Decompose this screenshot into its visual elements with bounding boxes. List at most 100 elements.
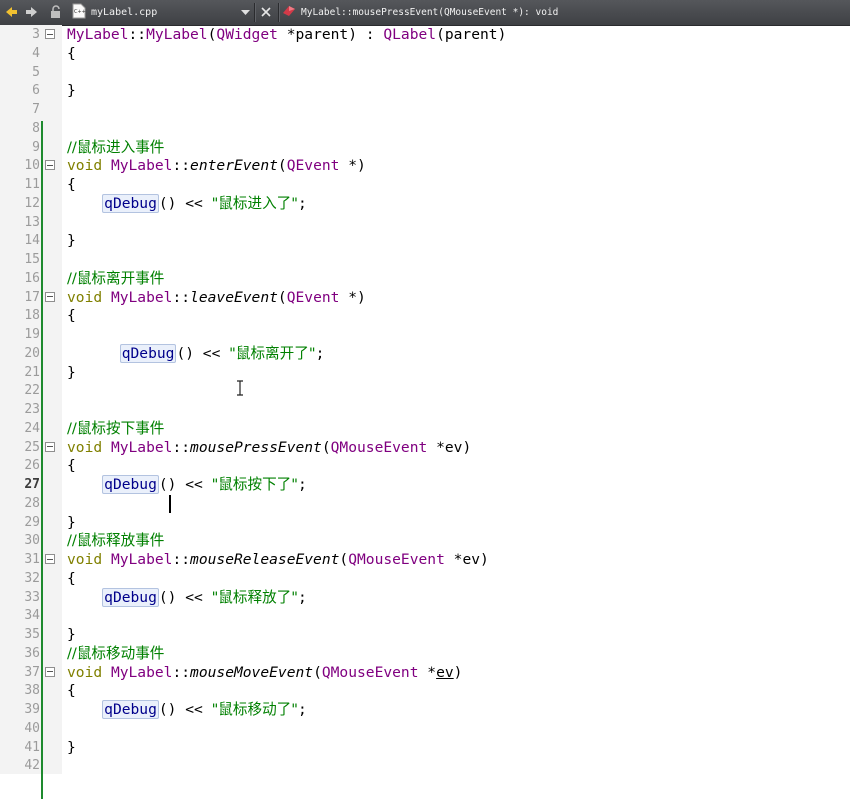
code-line: } [67, 513, 76, 531]
class-name: MyLabel [110, 288, 173, 306]
code-editor[interactable]: MyLabel::MyLabel(QWidget *parent) : QLab… [62, 25, 850, 774]
lock-icon[interactable] [48, 4, 64, 20]
paren: ) [453, 663, 463, 681]
parameter-type: QEvent [286, 157, 340, 175]
line-number: 26 [24, 458, 40, 474]
code-line: { [67, 307, 76, 325]
toolbar-divider [254, 3, 255, 22]
function-name: mousePressEvent [190, 438, 322, 456]
paren: ( [277, 288, 287, 306]
qdebug-call: qDebug [119, 343, 177, 363]
function-name: leaveEvent [190, 288, 278, 306]
parameter-type: QMouseEvent [330, 438, 428, 456]
function-signature: MyLabel::mousePressEvent(QMouseEvent *):… [301, 7, 559, 18]
code-line: { [67, 569, 76, 587]
scope-operator: :: [172, 663, 191, 681]
string-literal: "鼠标释放了" [211, 588, 298, 606]
line-number: 21 [24, 364, 40, 380]
code-text: () << [176, 344, 230, 362]
file-selector[interactable]: C++ myLabel.cpp [72, 3, 250, 22]
file-name: myLabel.cpp [91, 7, 158, 18]
line-number: 18 [24, 308, 40, 324]
code-line: //鼠标离开事件 [67, 269, 164, 288]
back-icon[interactable] [3, 4, 19, 20]
close-icon[interactable] [258, 4, 274, 20]
scope-operator: :: [172, 551, 191, 568]
paren: ( [313, 663, 322, 681]
code-text: () << [158, 588, 212, 606]
qdebug-call: qDebug [102, 700, 159, 719]
code-line: void MyLabel::mousePressEvent(QMouseEven… [67, 438, 471, 457]
parameter-name: ev [436, 663, 454, 681]
keyword: void [67, 663, 103, 681]
line-number: 6 [32, 83, 40, 99]
dropdown-arrow-icon[interactable] [241, 6, 250, 19]
code-line: //鼠标进入事件 [67, 138, 164, 157]
code-line: { [67, 44, 76, 62]
keyword: void [67, 551, 103, 568]
code-line: //鼠标移动事件 [67, 644, 164, 663]
code-line: void MyLabel::enterEvent(QEvent *) [67, 156, 366, 175]
code-line: void MyLabel::mouseMoveEvent(QMouseEvent… [67, 663, 462, 682]
code-line: } [67, 82, 76, 100]
keyword: void [67, 288, 103, 306]
code-comment: //鼠标按下事件 [67, 419, 165, 437]
code-line: } [67, 232, 76, 250]
line-number: 38 [24, 683, 40, 699]
code-comment: //鼠标释放事件 [67, 532, 165, 550]
line-number: 3 [32, 27, 40, 42]
class-name: MyLabel [110, 663, 173, 681]
line-number: 23 [24, 402, 40, 417]
qdebug-call: qDebug [102, 193, 159, 213]
fold-toggle-icon[interactable] [45, 160, 55, 171]
code-line: void MyLabel::leaveEvent(QEvent *) [67, 288, 366, 307]
parameter-type: QMouseEvent [348, 551, 445, 568]
code-line: qDebug() << "鼠标进入了"; [67, 193, 307, 213]
code-text: *) [339, 288, 366, 306]
line-number: 8 [32, 120, 40, 136]
code-line: //鼠标释放事件 [67, 531, 164, 550]
line-number: 27 [24, 477, 40, 492]
class-name: MyLabel [110, 157, 173, 175]
line-number: 41 [24, 739, 40, 755]
fold-toggle-icon[interactable] [45, 666, 55, 677]
string-literal: "鼠标移动了" [211, 701, 298, 718]
code-line: { [67, 682, 76, 700]
code-comment: //鼠标移动事件 [67, 644, 165, 662]
line-number: 35 [24, 627, 40, 642]
code-text: (parent) [436, 26, 507, 43]
line-number: 30 [24, 533, 40, 549]
function-name: enterEvent [190, 157, 278, 175]
line-number: 7 [32, 102, 40, 117]
line-number: 40 [24, 720, 40, 736]
code-text: *ev) [444, 551, 489, 568]
keyword: void [67, 157, 103, 175]
fold-toggle-icon[interactable] [45, 554, 55, 564]
semicolon: ; [298, 194, 307, 212]
scope-operator: :: [172, 438, 191, 456]
forward-icon[interactable] [24, 4, 40, 20]
line-number: 39 [24, 702, 40, 717]
function-selector[interactable]: MyLabel::mousePressEvent(QMouseEvent *):… [282, 3, 846, 22]
code-line: } [67, 738, 76, 756]
line-number: 13 [24, 214, 40, 230]
line-number: 42 [24, 758, 40, 774]
change-marker-bar [41, 121, 43, 799]
semicolon: ; [315, 344, 325, 362]
fold-toggle-icon[interactable] [45, 291, 55, 302]
qdebug-call: qDebug [102, 475, 159, 494]
code-line: } [67, 363, 76, 381]
class-name: MyLabel [110, 551, 173, 568]
code-line: qDebug() << "鼠标移动了"; [67, 700, 307, 719]
line-number: 25 [24, 439, 40, 455]
type-name: QWidget [216, 26, 278, 43]
line-number: 15 [24, 252, 40, 267]
scope-operator: :: [172, 157, 191, 175]
fold-toggle-icon[interactable] [45, 29, 55, 39]
line-number: 28 [24, 495, 40, 511]
code-text: *ev) [427, 438, 472, 456]
code-line: MyLabel::MyLabel(QWidget *parent) : QLab… [67, 25, 506, 44]
semicolon: ; [298, 476, 307, 493]
line-number: 14 [24, 233, 40, 249]
fold-toggle-icon[interactable] [45, 441, 55, 452]
